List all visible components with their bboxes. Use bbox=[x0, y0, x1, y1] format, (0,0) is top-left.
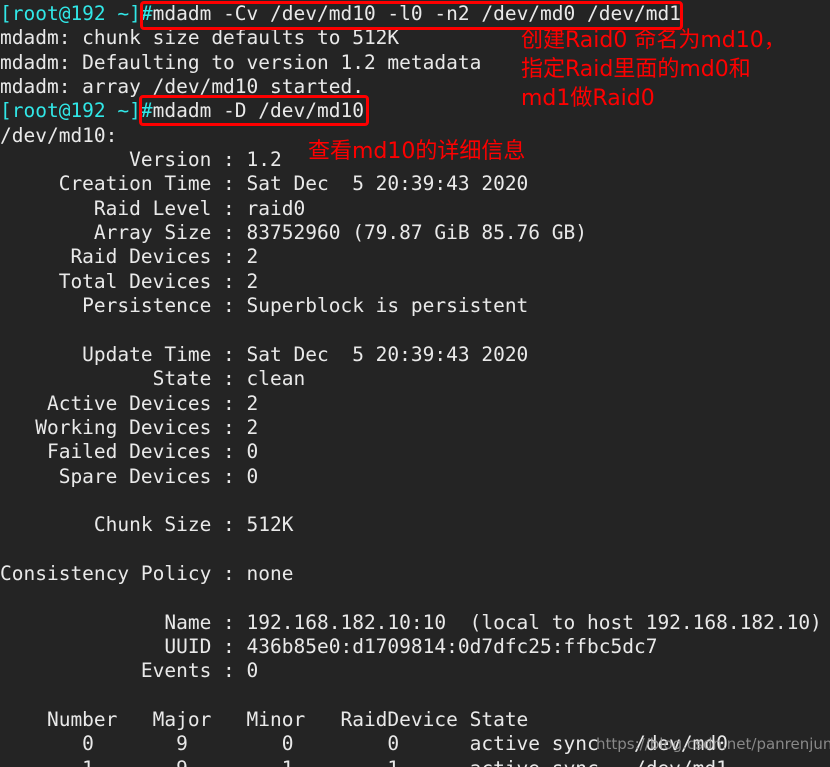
terminal-output-line: Number Major Minor RaidDevice State bbox=[0, 708, 830, 732]
annotation-create-raid: 创建Raid0 命名为md10， 指定Raid里面的md0和 md1做Raid0 bbox=[521, 28, 786, 111]
terminal-screen[interactable]: [root@192 ~]#mdadm -Cv /dev/md10 -l0 -n2… bbox=[0, 0, 830, 767]
terminal-output-text: mdadm: chunk size defaults to 512K bbox=[0, 26, 400, 50]
terminal-output-text: mdadm: array /dev/md10 started. bbox=[0, 75, 364, 99]
terminal-output-line: Total Devices : 2 bbox=[0, 270, 830, 294]
terminal-window[interactable]: [root@192 ~]#mdadm -Cv /dev/md10 -l0 -n2… bbox=[0, 0, 830, 767]
terminal-output-line: Failed Devices : 0 bbox=[0, 440, 830, 464]
terminal-output-text: Failed Devices : 0 bbox=[0, 440, 259, 464]
terminal-output-text: Working Devices : 2 bbox=[0, 415, 259, 439]
terminal-output-text: Active Devices : 2 bbox=[0, 391, 259, 415]
terminal-output-line: Working Devices : 2 bbox=[0, 416, 830, 440]
terminal-output-line: Consistency Policy : none bbox=[0, 562, 830, 586]
shell-prompt: [root@192 ~]# bbox=[0, 2, 153, 25]
terminal-output-line: 1 9 1 1 active sync /dev/md1 bbox=[0, 757, 830, 767]
terminal-output-line: Persistence : Superblock is persistent bbox=[0, 294, 830, 318]
terminal-output-line: State : clean bbox=[0, 367, 830, 391]
watermark-text: https://blog.csdn.net/panrenjun bbox=[596, 735, 830, 753]
terminal-output-line: Raid Level : raid0 bbox=[0, 197, 830, 221]
terminal-output-text: Update Time : Sat Dec 5 20:39:43 2020 bbox=[0, 342, 529, 366]
terminal-output-line: UUID : 436b85e0:d1709814:0d7dfc25:ffbc5d… bbox=[0, 635, 830, 659]
terminal-output-line: Array Size : 83752960 (79.87 GiB 85.76 G… bbox=[0, 221, 830, 245]
terminal-output-line: Update Time : Sat Dec 5 20:39:43 2020 bbox=[0, 343, 830, 367]
shell-command: mdadm -Cv /dev/md10 -l0 -n2 /dev/md0 /de… bbox=[152, 2, 681, 25]
terminal-output-text: Creation Time : Sat Dec 5 20:39:43 2020 bbox=[0, 172, 529, 196]
shell-prompt: [root@192 ~]# bbox=[0, 99, 153, 123]
terminal-output-line: Raid Devices : 2 bbox=[0, 245, 830, 269]
terminal-output-line: Chunk Size : 512K bbox=[0, 513, 830, 537]
terminal-output-text: Events : 0 bbox=[0, 659, 259, 683]
terminal-output-text: State : clean bbox=[0, 367, 306, 391]
terminal-output-text: Name : 192.168.182.10:10 (local to host … bbox=[0, 610, 822, 634]
terminal-output-text: Persistence : Superblock is persistent bbox=[0, 294, 529, 318]
shell-command: mdadm -D /dev/md10 bbox=[152, 99, 364, 123]
terminal-output-text: /dev/md10: bbox=[0, 123, 118, 147]
terminal-output-text: Raid Level : raid0 bbox=[0, 196, 306, 220]
terminal-output-text: mdadm: Defaulting to version 1.2 metadat… bbox=[0, 50, 482, 74]
terminal-output-text: Raid Devices : 2 bbox=[0, 245, 259, 269]
terminal-output-line: Name : 192.168.182.10:10 (local to host … bbox=[0, 611, 830, 635]
terminal-output-line: Spare Devices : 0 bbox=[0, 465, 830, 489]
terminal-output-text: Number Major Minor RaidDevice State bbox=[0, 707, 529, 731]
terminal-output-line: Creation Time : Sat Dec 5 20:39:43 2020 bbox=[0, 172, 830, 196]
annotation-view-detail: 查看md10的详细信息 bbox=[308, 139, 526, 164]
terminal-command-line: [root@192 ~]#mdadm -Cv /dev/md10 -l0 -n2… bbox=[0, 2, 830, 26]
terminal-output-text: 1 9 1 1 active sync /dev/md1 bbox=[0, 757, 728, 767]
terminal-output-line: Active Devices : 2 bbox=[0, 392, 830, 416]
terminal-output-text: Total Devices : 2 bbox=[0, 269, 259, 293]
terminal-output-text: UUID : 436b85e0:d1709814:0d7dfc25:ffbc5d… bbox=[0, 634, 658, 658]
terminal-output-text: Consistency Policy : none bbox=[0, 561, 294, 585]
terminal-output-line: Events : 0 bbox=[0, 659, 830, 683]
terminal-output-text: Version : 1.2 bbox=[0, 148, 282, 172]
terminal-output-text: Spare Devices : 0 bbox=[0, 464, 259, 488]
terminal-output-text: Array Size : 83752960 (79.87 GiB 85.76 G… bbox=[0, 221, 587, 245]
terminal-output-text: Chunk Size : 512K bbox=[0, 513, 294, 537]
